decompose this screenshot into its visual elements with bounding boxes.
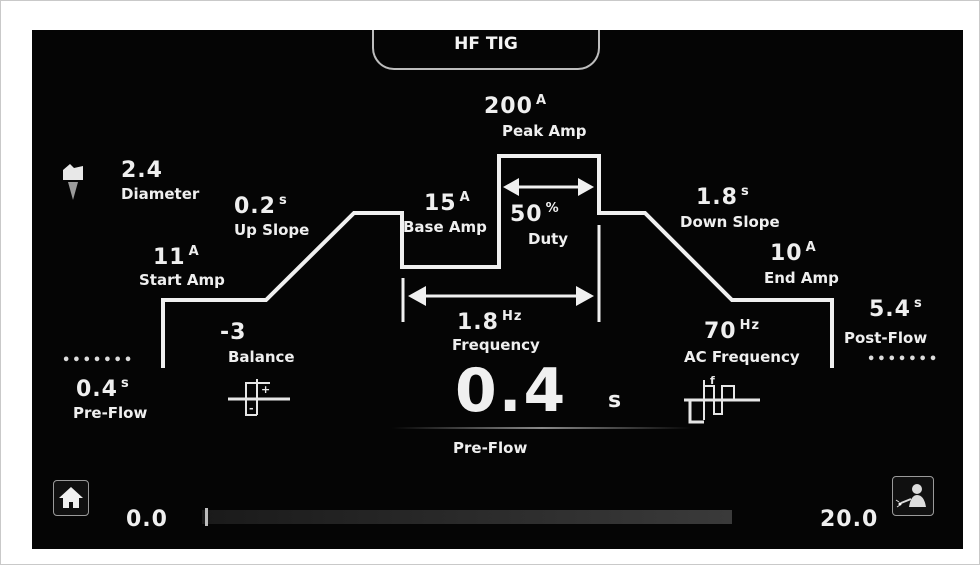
home-icon [59,487,83,508]
main-readout-unit: s [608,388,622,413]
frequency-label: Frequency [452,336,540,354]
start-amp-unit: A [188,244,200,259]
diameter-label: Diameter [121,185,200,203]
post-flow-dots: ••••••• [867,352,940,367]
diameter-value[interactable]: 2.4 [121,158,163,183]
frequency-unit: Hz [501,309,523,324]
ac-frequency-unit: Hz [739,318,761,333]
duty-arrow-right-head [578,178,594,196]
ac-frequency-value[interactable]: 70 Hz [704,318,761,344]
value-slider-track[interactable] [202,510,732,524]
end-amp-unit: A [805,240,817,255]
pre-flow-label: Pre-Flow [73,404,148,422]
home-button[interactable] [53,480,89,516]
balance-value[interactable]: -3 [220,320,246,345]
balance-waveform-icon: + - [228,379,290,416]
post-flow-label: Post-Flow [844,329,928,347]
base-amp-value[interactable]: 15 A [424,190,471,216]
slider-max-label: 20.0 [820,507,879,532]
frame: HF TIG 2.4 Diameter 200 A Peak Amp 0.2 s U… [0,0,980,565]
main-readout-label: Pre-Flow [453,439,528,457]
end-amp-label: End Amp [764,269,839,287]
svg-text:+: + [261,383,270,396]
duty-arrow-left-head [503,178,519,196]
base-amp-unit: A [459,190,471,205]
base-amp-label: Base Amp [403,218,487,236]
slider-min-label: 0.0 [126,507,168,532]
start-amp-label: Start Amp [139,271,225,289]
duty-unit: % [545,201,560,216]
frequency-arrow-left-head [408,286,426,306]
down-slope-value[interactable]: 1.8 s [696,184,750,210]
duty-label: Duty [528,230,569,248]
up-slope-value[interactable]: 0.2 s [234,193,288,219]
frequency-value[interactable]: 1.8 Hz [457,309,523,335]
welder-button[interactable] [892,476,934,516]
up-slope-unit: s [278,193,288,208]
down-slope-label: Down Slope [680,213,780,231]
ac-frequency-label: AC Frequency [684,348,800,366]
pre-flow-dots: ••••••• [62,353,135,368]
peak-amp-label: Peak Amp [502,122,587,140]
svg-text:-: - [249,402,254,415]
welder-icon [895,484,926,508]
start-amp-value[interactable]: 11 A [153,244,200,270]
value-slider-marker[interactable] [205,508,209,526]
end-amp-value[interactable]: 10 A [770,240,817,266]
main-readout-value: 0.4 [455,356,568,426]
frequency-arrow-right-head [576,286,594,306]
electrode-icon [63,164,83,200]
pre-flow-value[interactable]: 0.4 s [76,376,130,402]
peak-amp-unit: A [535,93,547,108]
post-flow-unit: s [913,296,923,311]
post-flow-value[interactable]: 5.4 s [869,296,923,322]
readout-underline [392,427,692,429]
up-slope-label: Up Slope [234,221,310,239]
mode-tab[interactable]: HF TIG [372,30,600,70]
peak-amp-value[interactable]: 200 A [484,93,547,119]
down-slope-unit: s [740,184,750,199]
balance-label: Balance [228,348,295,366]
mode-title: HF TIG [454,34,518,54]
svg-text:f: f [710,374,715,387]
welder-screen: HF TIG 2.4 Diameter 200 A Peak Amp 0.2 s U… [32,30,963,549]
pre-flow-unit: s [120,376,130,391]
duty-value[interactable]: 50% [510,201,560,227]
ac-frequency-waveform-icon: f [684,374,760,424]
